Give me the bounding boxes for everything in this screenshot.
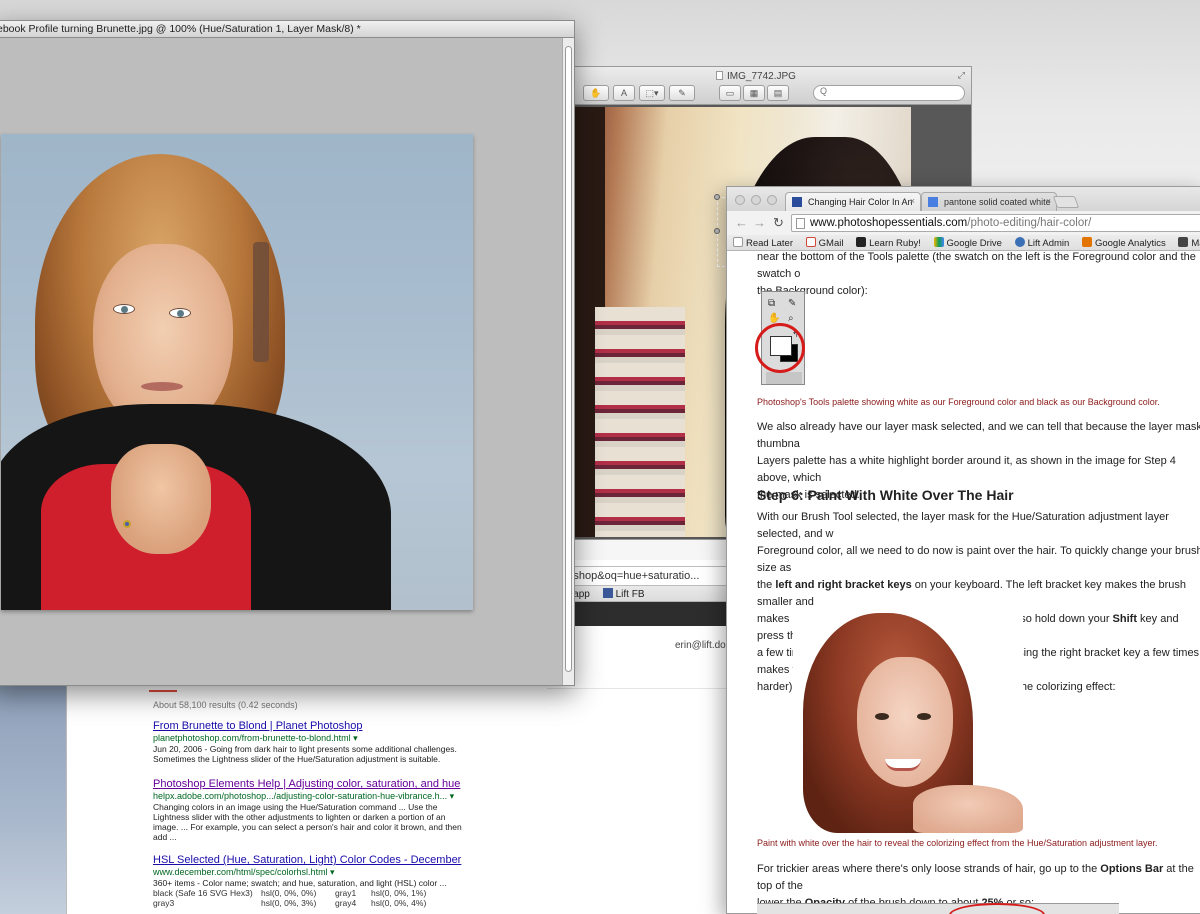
image-caption: Paint with white over the hair to reveal… (757, 838, 1158, 848)
address-bar[interactable]: www.photoshopessentials.com/photo-editin… (791, 214, 1200, 232)
step-heading: Step 6: Paint With White Over The Hair (757, 487, 1014, 503)
view-icon: ▭ (725, 87, 735, 98)
bookmark-mailchimp[interactable]: MailChim (1178, 237, 1200, 249)
view-single-button[interactable]: ▭ (719, 85, 741, 101)
document-icon (716, 71, 723, 80)
bookmark-google-drive[interactable]: Google Drive (933, 237, 1002, 249)
photoshop-titlebar[interactable]: ebook Profile turning Brunette.jpg @ 100… (0, 21, 574, 38)
result-url: planetphotoshop.com/from-brunette-to-blo… (153, 733, 358, 743)
bookmark-learn-ruby[interactable]: Learn Ruby! (856, 237, 921, 249)
divider (547, 688, 737, 689)
page-icon (733, 237, 743, 247)
chrome-toolbar: ← → ↻ www.photoshopessentials.com/photo-… (727, 211, 1200, 235)
result-title-link[interactable]: Photoshop Elements Help | Adjusting colo… (153, 778, 483, 791)
text-tool-button[interactable]: A (613, 85, 635, 101)
close-tab-icon[interactable]: × (910, 196, 915, 206)
window-title: IMG_7742.JPG (716, 71, 796, 82)
brush-cursor (975, 721, 1003, 749)
result-url: helpx.adobe.com/photoshop.../adjusting-c… (153, 791, 455, 801)
result-snippet: image. ... For example, you can select a… (153, 822, 462, 832)
result-url: www.december.com/html/spec/colorhsl.html… (153, 867, 335, 877)
result-snippet: Jun 20, 2006 - Going from dark hair to l… (153, 744, 457, 754)
photoshop-essentials-favicon-icon (792, 197, 802, 207)
thumbnails-icon: ▦ (749, 87, 759, 98)
page-icon (796, 218, 805, 229)
back-arrow-icon[interactable]: ← (735, 215, 748, 230)
learn-ruby-icon (856, 237, 867, 247)
result-snippet: 360+ items - Color name; swatch; and hue… (153, 878, 447, 888)
result-snippet: add ... (153, 832, 177, 842)
bookmarks-bar: Read Later GMail Learn Ruby! Google Driv… (727, 235, 1200, 251)
vertical-scrollbar[interactable] (562, 38, 574, 685)
annotate-button[interactable]: ✎ (669, 85, 695, 101)
result-title-link[interactable]: From Brunette to Blond | Planet Photosho… (153, 720, 483, 733)
facebook-icon (602, 588, 613, 598)
bookmark-read-later[interactable]: Read Later (733, 237, 793, 249)
preview-search-input[interactable]: Q (813, 85, 965, 101)
selection-handle[interactable] (714, 194, 720, 200)
photoshop-document-window: ebook Profile turning Brunette.jpg @ 100… (0, 20, 575, 686)
view-thumbs-button[interactable]: ▦ (743, 85, 765, 101)
analytics-icon (1081, 237, 1092, 247)
preview-titlebar[interactable]: IMG_7742.JPG ⤢ ✋ A ⬚▾ ✎ ▭ ▦ ▤ Q (561, 67, 971, 105)
google-favicon-icon (928, 197, 938, 207)
gmail-icon (805, 237, 816, 247)
results-count: About 58,100 results (0.42 seconds) (153, 700, 298, 710)
zoom-window-icon[interactable] (767, 195, 777, 205)
scrollbar-thumb[interactable] (565, 46, 572, 672)
desktop-background (0, 680, 70, 914)
bookmark-google-analytics[interactable]: Google Analytics (1081, 237, 1166, 249)
options-bar-image (757, 903, 1119, 914)
forward-arrow-icon[interactable]: → (753, 215, 766, 230)
tab-pantone[interactable]: pantone solid coated white × (921, 192, 1057, 211)
google-bookmarks-bar: @liftapp Lift FB (547, 586, 737, 602)
result-title-link[interactable]: HSL Selected (Hue, Saturation, Light) Co… (153, 854, 483, 867)
selection-icon: ⬚▾ (645, 87, 659, 98)
google-omnibox[interactable]: hotoshop&oq=hue+saturatio... (547, 566, 737, 586)
text-select-icon: A (620, 88, 627, 98)
new-tab-button[interactable] (1052, 196, 1080, 208)
user-email[interactable]: erin@lift.do (675, 640, 726, 651)
result-snippet: Sometimes the Lightness slider of the Hu… (153, 754, 441, 764)
search-icon: Q (820, 86, 828, 96)
photoshop-image[interactable] (1, 134, 473, 610)
contact-sheet-icon: ▤ (773, 87, 783, 98)
search-result: Photoshop Elements Help | Adjusting colo… (153, 778, 483, 842)
foreground-color-swatch (770, 336, 792, 356)
mask-brush-stroke (253, 242, 269, 362)
fullscreen-icon[interactable]: ⤢ (958, 70, 965, 81)
bookmark-gmail[interactable]: GMail (805, 237, 843, 249)
color-table: black (Safe 16 SVG Hex3) hsl(0, 0%, 0%) … (153, 888, 427, 908)
bookmark-lift-admin[interactable]: Lift Admin (1014, 237, 1069, 249)
result-snippet: Lightness slider with the other adjustme… (153, 812, 446, 822)
bookmark-lift-fb[interactable]: Lift FB (602, 588, 655, 600)
selection-handle[interactable] (714, 228, 720, 234)
search-result: From Brunette to Blond | Planet Photosho… (153, 720, 483, 764)
view-contact-button[interactable]: ▤ (767, 85, 789, 101)
search-result: HSL Selected (Hue, Saturation, Light) Co… (153, 854, 483, 908)
image-caption: Photoshop's Tools palette showing white … (757, 397, 1160, 407)
reload-icon[interactable]: ↻ (773, 215, 784, 231)
minimize-window-icon[interactable] (751, 195, 761, 205)
chrome-window: Changing Hair Color In An × pantone soli… (726, 186, 1200, 914)
tab-hair-color[interactable]: Changing Hair Color In An × (785, 192, 921, 211)
mailchimp-icon (1178, 237, 1189, 247)
paragraph: near the bottom of the Tools palette (th… (757, 251, 1196, 297)
hand-tool-button[interactable]: ✋ (583, 85, 609, 101)
hand-icon: ✋ (590, 87, 602, 98)
selection-tool-button[interactable]: ⬚▾ (639, 85, 665, 101)
active-tab-indicator (149, 690, 177, 692)
tab-strip: Changing Hair Color In An × pantone soli… (727, 187, 1200, 211)
lift-icon (1014, 237, 1025, 247)
close-tab-icon[interactable]: × (1046, 196, 1051, 206)
redhead-example-image (793, 613, 1023, 833)
article-content: near the bottom of the Tools palette (th… (727, 251, 1200, 914)
google-top-bar (547, 602, 737, 626)
pencil-icon: ✎ (678, 87, 686, 98)
quick-mask-buttons (766, 372, 802, 384)
result-snippet: Changing colors in an image using the Hu… (153, 802, 438, 812)
google-drive-icon (933, 237, 944, 247)
photoshop-canvas[interactable] (0, 38, 563, 685)
close-window-icon[interactable] (735, 195, 745, 205)
